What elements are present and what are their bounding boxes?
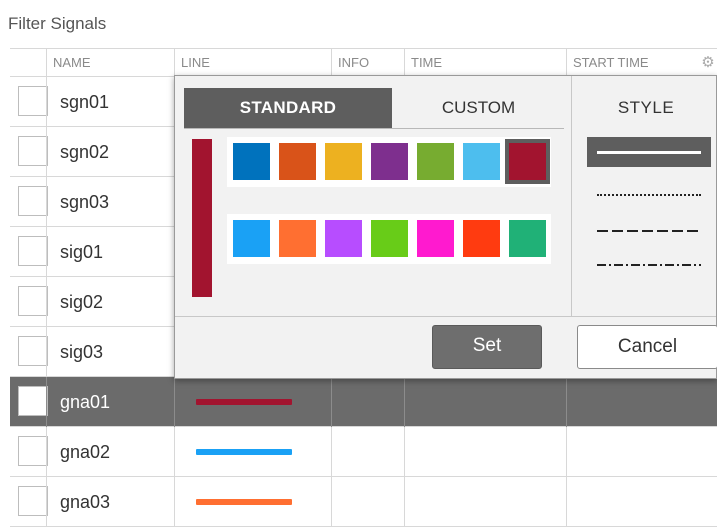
horizontal-divider	[175, 316, 716, 317]
standard-color-swatch[interactable]	[371, 143, 408, 180]
standard-color-swatch[interactable]	[417, 143, 454, 180]
col-header-time[interactable]: TIME	[404, 49, 566, 77]
cell-divider	[46, 327, 47, 377]
row-checkbox[interactable]	[18, 86, 48, 116]
standard-color-swatch[interactable]	[233, 143, 270, 180]
row-checkbox[interactable]	[18, 336, 48, 366]
signal-name: gna03	[60, 492, 111, 512]
cell-divider	[174, 477, 175, 527]
row-checkbox[interactable]	[18, 436, 48, 466]
bright-color-swatch[interactable]	[417, 220, 454, 257]
bright-color-swatch[interactable]	[233, 220, 270, 257]
row-checkbox[interactable]	[18, 286, 48, 316]
filter-signals-title: Filter Signals	[8, 14, 107, 33]
bright-color-palette	[227, 214, 551, 264]
line-style-option-dash-dot[interactable]	[587, 249, 711, 279]
cell-divider	[46, 177, 47, 227]
tab-divider	[184, 128, 564, 129]
line-style-swatch[interactable]	[196, 399, 292, 405]
cell-divider	[46, 277, 47, 327]
cell-divider	[46, 377, 47, 427]
solid-line-sample	[597, 151, 701, 154]
gear-icon[interactable]: ⚙	[699, 54, 717, 72]
bright-color-swatch[interactable]	[509, 220, 546, 257]
line-style-option-solid[interactable]	[587, 137, 711, 167]
standard-color-swatch[interactable]	[505, 139, 550, 184]
tab-custom[interactable]: CUSTOM	[392, 88, 565, 128]
standard-color-palette	[227, 137, 551, 187]
signal-name: sig03	[60, 342, 104, 362]
cell-divider	[331, 477, 332, 527]
color-preview-bar	[192, 139, 212, 297]
signal-name: sig02	[60, 292, 104, 312]
dotted-line-sample	[597, 194, 701, 196]
line-style-swatch[interactable]	[196, 499, 292, 505]
cell-divider	[404, 427, 405, 477]
vertical-divider	[571, 76, 572, 316]
bright-color-swatch[interactable]	[279, 220, 316, 257]
line-style-swatch[interactable]	[196, 449, 292, 455]
table-row[interactable]: gna03	[10, 477, 717, 527]
cell-divider	[331, 427, 332, 477]
cell-divider	[174, 377, 175, 427]
tab-standard[interactable]: STANDARD	[184, 88, 392, 128]
cell-divider	[46, 227, 47, 277]
cell-divider	[46, 477, 47, 527]
cell-divider	[46, 127, 47, 177]
cell-divider	[404, 377, 405, 427]
signal-name: gna02	[60, 442, 111, 462]
line-style-option-dashed[interactable]	[587, 215, 711, 245]
col-header-start-time[interactable]: START TIME	[566, 49, 717, 77]
bright-color-swatch[interactable]	[371, 220, 408, 257]
row-checkbox[interactable]	[18, 486, 48, 516]
table-header: NAME LINE INFO TIME START TIME ⚙	[10, 48, 717, 77]
style-label: STYLE	[617, 98, 675, 117]
cell-divider	[331, 377, 332, 427]
col-header-name[interactable]: NAME	[46, 49, 174, 77]
signal-name: sgn03	[60, 192, 110, 212]
row-checkbox[interactable]	[18, 136, 48, 166]
cell-divider	[404, 477, 405, 527]
row-checkbox[interactable]	[18, 186, 48, 216]
dash-dot-line-sample	[597, 264, 701, 266]
table-row[interactable]: gna01	[10, 377, 717, 427]
signal-name: sgn02	[60, 142, 110, 162]
line-style-option-dotted[interactable]	[587, 179, 711, 209]
row-checkbox[interactable]	[18, 236, 48, 266]
cell-divider	[174, 427, 175, 477]
signal-name: sig01	[60, 242, 104, 262]
table-row[interactable]: gna02	[10, 427, 717, 477]
standard-color-swatch[interactable]	[325, 143, 362, 180]
dashed-line-sample	[597, 230, 701, 232]
set-button[interactable]: Set	[432, 325, 542, 369]
signal-name: gna01	[60, 392, 111, 412]
cell-divider	[46, 427, 47, 477]
cell-divider	[566, 477, 567, 527]
cell-divider	[566, 427, 567, 477]
col-header-info[interactable]: INFO	[331, 49, 404, 77]
col-header-line[interactable]: LINE	[174, 49, 331, 77]
standard-color-swatch[interactable]	[279, 143, 316, 180]
line-style-popup: STANDARD CUSTOM STYLE Set Cancel	[174, 75, 717, 379]
row-checkbox[interactable]	[18, 386, 48, 416]
cell-divider	[46, 77, 47, 127]
cell-divider	[566, 377, 567, 427]
cancel-button[interactable]: Cancel	[577, 325, 717, 369]
bright-color-swatch[interactable]	[325, 220, 362, 257]
signal-name: sgn01	[60, 92, 110, 112]
standard-color-swatch[interactable]	[463, 143, 500, 180]
bright-color-swatch[interactable]	[463, 220, 500, 257]
